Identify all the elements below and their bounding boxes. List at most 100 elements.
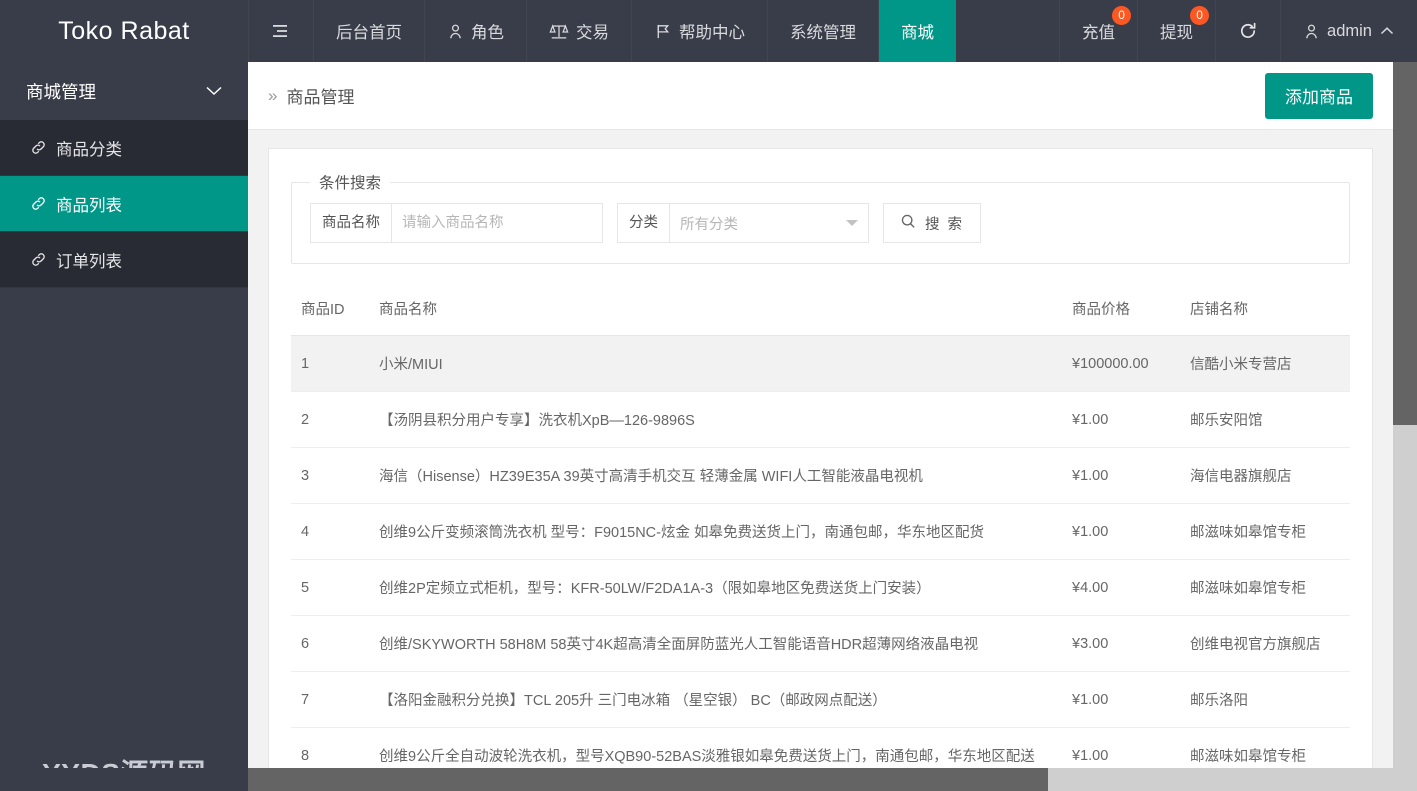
category-label: 分类: [617, 203, 669, 243]
sidebar-item-label: 商品列表: [56, 196, 122, 215]
product-id-cell: 4: [291, 503, 369, 560]
table-row[interactable]: 4 创维9公斤变频滚筒洗衣机 型号：F9015NC-炫金 如皋免费送货上门，南通包…: [291, 503, 1350, 560]
breadcrumb-bar: » 商品管理 添加商品: [248, 62, 1393, 130]
sidebar-bottom-filler: [0, 768, 248, 791]
product-id-cell: 1: [291, 335, 369, 392]
category-field-group: 分类 所有分类: [617, 203, 869, 243]
top-nav-right-group: 充值 0 提现 0 admin: [1059, 0, 1417, 62]
breadcrumb-current: 商品管理: [286, 88, 355, 107]
product-shop-cell: 创维电视官方旗舰店: [1180, 615, 1350, 672]
add-product-button[interactable]: 添加商品: [1265, 72, 1373, 119]
nav-item-mall[interactable]: 商城: [878, 0, 956, 62]
nav-item-label: 角色: [471, 24, 504, 42]
product-price-cell: ¥1.00: [1062, 391, 1180, 448]
sidebar-item-label: 订单列表: [56, 252, 122, 271]
product-shop-cell: 海信电器旗舰店: [1180, 447, 1350, 504]
product-name-label: 商品名称: [310, 203, 391, 243]
product-id-cell: 3: [291, 447, 369, 504]
column-header-id: 商品ID: [291, 282, 369, 336]
product-shop-cell: 信酷小米专营店: [1180, 335, 1350, 392]
sidebar-item-product-list[interactable]: 商品列表: [0, 176, 248, 232]
chevron-up-icon: [1379, 25, 1395, 37]
sidebar-group-label: 商城管理: [26, 81, 96, 102]
nav-item-system-management[interactable]: 系统管理: [767, 0, 878, 62]
product-name-cell: 创维9公斤变频滚筒洗衣机 型号：F9015NC-炫金 如皋免费送货上门，南通包邮…: [369, 503, 1062, 560]
product-name-cell: 海信（Hisense）HZ39E35A 39英寸高清手机交互 轻薄金属 WIFI…: [369, 447, 1062, 504]
link-icon: [30, 139, 47, 156]
nav-item-label: 后台首页: [336, 24, 402, 42]
category-select-value: 所有分类: [680, 216, 738, 233]
sidebar-group-mall-management[interactable]: 商城管理: [0, 62, 248, 120]
product-name-input[interactable]: [391, 203, 603, 243]
sidebar-item-label: 商品分类: [56, 140, 122, 159]
nav-item-roles[interactable]: 角色: [424, 0, 526, 62]
breadcrumb-separator-icon: »: [268, 85, 278, 105]
product-table-head: 商品ID 商品名称 商品价格 店铺名称: [291, 282, 1350, 336]
withdraw-badge: 0: [1190, 6, 1210, 25]
product-price-cell: ¥3.00: [1062, 615, 1180, 672]
table-row[interactable]: 3 海信（Hisense）HZ39E35A 39英寸高清手机交互 轻薄金属 WIF…: [291, 447, 1350, 504]
product-name-cell: 【汤阴县积分用户专享】洗衣机XpB—126-9896S: [369, 391, 1062, 448]
table-row[interactable]: 2 【汤阴县积分用户专享】洗衣机XpB—126-9896S ¥1.00 邮乐安阳馆: [291, 391, 1350, 448]
product-shop-cell: 邮乐洛阳: [1180, 671, 1350, 728]
user-icon: [1303, 23, 1320, 40]
horizontal-scrollbar-thumb[interactable]: [248, 768, 1048, 791]
table-row[interactable]: 6 创维/SKYWORTH 58H8M 58英寸4K超高清全面屏防蓝光人工智能语音…: [291, 615, 1350, 672]
nav-item-help-center[interactable]: 帮助中心: [631, 0, 767, 62]
chevron-down-icon: [204, 81, 224, 102]
nav-item-dashboard[interactable]: 后台首页: [313, 0, 424, 62]
sidebar-item-order-list[interactable]: 订单列表: [0, 232, 248, 288]
product-table: 商品ID 商品名称 商品价格 店铺名称 1 小米/MIUI ¥100000.00 信酷…: [291, 282, 1350, 768]
table-row[interactable]: 7 【洛阳金融积分兑换】TCL 205升 三门电冰箱 （星空银） BC（邮政网点配…: [291, 671, 1350, 728]
horizontal-scrollbar[interactable]: [248, 768, 1417, 791]
sidebar-item-product-category[interactable]: 商品分类: [0, 120, 248, 176]
sidebar: 商城管理 商品分类 商品列表 订单列表: [0, 62, 248, 791]
search-button-label: 搜 索: [925, 216, 965, 233]
table-row[interactable]: 1 小米/MIUI ¥100000.00 信酷小米专营店: [291, 335, 1350, 392]
scales-icon: [549, 23, 569, 40]
top-nav-left-group: 后台首页 角色 交易 帮助中心 系统管理 商城: [248, 0, 956, 62]
column-header-name: 商品名称: [369, 282, 1062, 336]
link-icon: [30, 251, 47, 268]
table-row[interactable]: 8 创维9公斤全自动波轮洗衣机，型号XQB90-52BAS淡雅银如皋免费送货上门，…: [291, 727, 1350, 768]
product-id-cell: 6: [291, 615, 369, 672]
caret-down-icon: [846, 220, 858, 226]
user-menu-admin[interactable]: admin: [1280, 0, 1417, 62]
product-name-cell: 创维/SKYWORTH 58H8M 58英寸4K超高清全面屏防蓝光人工智能语音H…: [369, 615, 1062, 672]
table-row[interactable]: 5 创维2P定频立式柜机，型号：KFR-50LW/F2DA1A-3（限如皋地区免费…: [291, 559, 1350, 616]
refresh-icon: [1238, 21, 1258, 41]
product-name-cell: 小米/MIUI: [369, 335, 1062, 392]
top-navigation-bar: Toko Rabat 后台首页 角色 交易 帮助中心 系统管理 商城 充值 0 …: [0, 0, 1417, 62]
category-select[interactable]: 所有分类: [669, 203, 869, 243]
product-shop-cell: 邮滋味如皋馆专柜: [1180, 727, 1350, 768]
vertical-scrollbar-thumb[interactable]: [1393, 62, 1417, 425]
product-id-cell: 7: [291, 671, 369, 728]
vertical-scrollbar[interactable]: [1393, 62, 1417, 768]
product-id-cell: 5: [291, 559, 369, 616]
user-menu-label: admin: [1327, 21, 1372, 40]
nav-item-withdraw[interactable]: 提现 0: [1137, 0, 1215, 62]
search-button[interactable]: 搜 索: [883, 203, 982, 243]
product-name-cell: 【洛阳金融积分兑换】TCL 205升 三门电冰箱 （星空银） BC（邮政网点配送…: [369, 671, 1062, 728]
main-content: » 商品管理 添加商品 条件搜索 商品名称 分类 所有分类: [248, 62, 1393, 768]
product-id-cell: 8: [291, 727, 369, 768]
nav-item-label: 交易: [576, 24, 609, 42]
nav-item-label: 提现: [1160, 24, 1194, 42]
column-header-shop: 店铺名称: [1180, 282, 1350, 336]
nav-item-transactions[interactable]: 交易: [526, 0, 631, 62]
nav-item-label: 商城: [901, 24, 934, 42]
table-header-row: 商品ID 商品名称 商品价格 店铺名称: [291, 282, 1350, 336]
product-shop-cell: 邮滋味如皋馆专柜: [1180, 503, 1350, 560]
product-price-cell: ¥100000.00: [1062, 335, 1180, 392]
nav-item-recharge[interactable]: 充值 0: [1059, 0, 1137, 62]
search-filter-legend: 条件搜索: [319, 175, 382, 192]
hamburger-icon: [271, 23, 291, 39]
product-price-cell: ¥1.00: [1062, 447, 1180, 504]
link-icon: [30, 195, 47, 212]
hamburger-menu-button[interactable]: [248, 0, 313, 62]
refresh-button[interactable]: [1215, 0, 1280, 62]
product-id-cell: 2: [291, 391, 369, 448]
search-icon: [900, 213, 917, 234]
flag-icon: [654, 23, 672, 40]
search-fields-row: 商品名称 分类 所有分类 搜 索: [310, 197, 1331, 243]
